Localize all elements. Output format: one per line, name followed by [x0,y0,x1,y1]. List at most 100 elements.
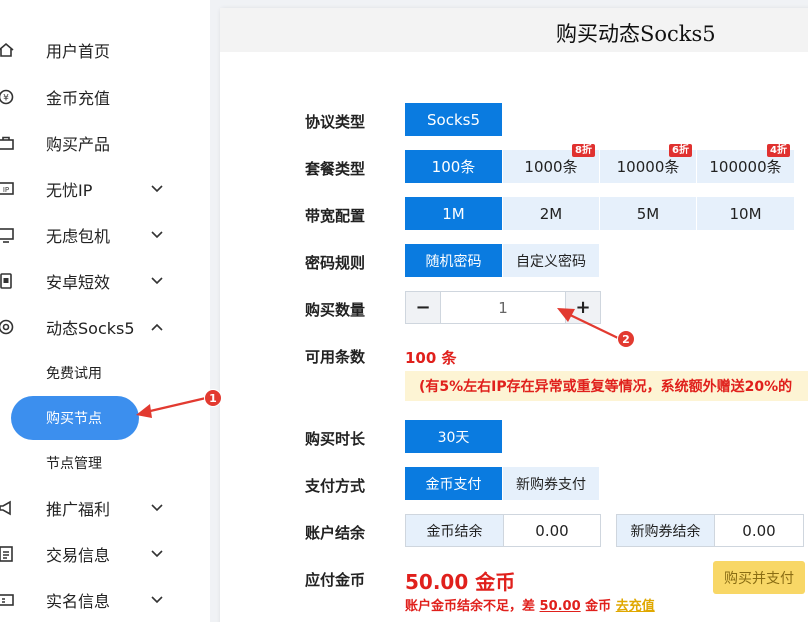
svg-text:¥: ¥ [3,94,9,104]
payment-method-selector: 金币支付 新购券支付 [405,467,600,500]
voucher-balance-label: 新购券结余 [617,515,715,546]
password-option-custom[interactable]: 自定义密码 [503,244,600,277]
sidebar-item-dynamic-socks5[interactable]: 动态Socks5 [0,307,210,347]
option-label: 30天 [437,429,470,446]
duration-option-30d[interactable]: 30天 [405,420,503,453]
ip-icon: IP [0,179,16,199]
password-rule-selector: 随机密码 自定义密码 [405,244,600,277]
coin-balance: 金币结余 0.00 [405,514,601,547]
amount-due-value: 50.00 金币 [405,570,516,594]
option-label: 新购券支付 [516,476,586,493]
id-card-icon [0,590,16,610]
sidebar-item-label: 实名信息 [46,592,111,611]
sidebar-item-label: 无忧IP [46,181,93,200]
sidebar-item-home[interactable]: 用户首页 [0,30,210,70]
chevron-down-icon [148,226,166,244]
button-label: 购买并支付 [724,570,794,587]
package-option-100000[interactable]: 100000条 4折 [697,144,795,183]
bandwidth-option-10m[interactable]: 10M [697,197,795,230]
coin-recharge-icon: ¥ [0,87,16,107]
sidebar-item-real-name[interactable]: 实名信息 [0,580,210,620]
sidebar-item-wulv-baoji[interactable]: 无虑包机 [0,215,210,255]
panel-header: 购买动态Socks5 [220,8,808,52]
sidebar-item-label: 交易信息 [46,546,111,565]
sidebar-item-android-short[interactable]: 安卓短效 [0,261,210,301]
package-label: 套餐类型 [305,160,366,178]
sidebar-item-promotion[interactable]: 推广福利 [0,488,210,528]
sidebar-item-label: 动态Socks5 [46,319,135,338]
option-label: 100000条 [709,158,782,176]
option-label: 10M [729,204,762,223]
option-label: 自定义密码 [516,253,586,270]
bandwidth-selector: 1M 2M 5M 10M [405,197,795,230]
insufficient-balance-warning: 账户金币结余不足，差 50.00 金币 去充值 [405,595,655,614]
balance-label: 账户结余 [305,524,366,542]
minus-icon: − [415,297,431,318]
quantity-increase-button[interactable]: + [566,292,600,323]
quantity-decrease-button[interactable]: − [406,292,440,323]
payment-option-voucher[interactable]: 新购券支付 [503,467,600,500]
sidebar-subitem-node-management[interactable]: 节点管理 [0,445,210,481]
bandwidth-option-1m[interactable]: 1M [405,197,503,230]
voucher-balance: 新购券结余 0.00 [616,514,804,547]
sidebar-item-buy-products[interactable]: 购买产品 [0,123,210,163]
bandwidth-label: 带宽配置 [305,207,366,225]
discount-badge: 4折 [767,144,790,157]
option-label: 100条 [431,158,476,176]
discount-badge: 6折 [669,144,692,157]
password-rule-label: 密码规则 [305,254,366,272]
sidebar-item-label: 购买产品 [46,135,111,154]
option-label: 1M [442,204,465,223]
sidebar-item-label: 安卓短效 [46,273,111,292]
sidebar-subitem-buy-node[interactable]: 购买节点 [11,396,139,440]
sidebar-item-transactions[interactable]: 交易信息 [0,534,210,574]
annotation-marker-2: 2 [617,330,635,348]
package-option-100[interactable]: 100条 [405,150,503,183]
protocol-option-socks5[interactable]: Socks5 [405,103,503,136]
quantity-input[interactable]: 1 [440,292,566,323]
monitor-icon [0,225,16,245]
option-label: 10000条 [616,158,680,176]
quantity-label: 购买数量 [305,301,366,319]
warning-prefix: 账户金币结余不足，差 [405,599,540,614]
chevron-down-icon [148,180,166,198]
discount-badge: 8折 [572,144,595,157]
quantity-value: 1 [498,298,508,317]
briefcase-icon [0,133,16,153]
chevron-down-icon [148,499,166,517]
option-label: 1000条 [524,158,578,176]
sidebar-item-label: 无虑包机 [46,227,111,246]
megaphone-icon [0,498,16,518]
recharge-link[interactable]: 去充值 [616,599,655,614]
plus-icon: + [575,297,591,318]
bandwidth-option-2m[interactable]: 2M [503,197,600,230]
sidebar-item-wuyou-ip[interactable]: IP 无忧IP [0,169,210,209]
marker-number: 1 [209,391,217,405]
sidebar-subitem-label: 购买节点 [46,411,102,427]
chevron-up-icon [148,318,166,336]
coin-balance-value: 0.00 [504,515,600,546]
available-count: 100 条 [405,349,457,367]
android-phone-icon [0,271,16,291]
protocol-label: 协议类型 [305,113,366,131]
svg-text:IP: IP [3,186,9,194]
chevron-down-icon [148,545,166,563]
payment-option-coin[interactable]: 金币支付 [405,467,503,500]
option-label: 2M [539,204,563,223]
bonus-notice-text: (有5%左右IP存在异常或重复等情况，系统额外赠送20%的 [419,379,793,395]
package-option-10000[interactable]: 10000条 6折 [600,144,697,183]
sidebar-subitem-label: 免费试用 [46,366,102,382]
password-option-random[interactable]: 随机密码 [405,244,503,277]
page-title: 购买动态Socks5 [556,22,716,46]
sidebar-subitem-label: 节点管理 [46,456,102,472]
coin-balance-label: 金币结余 [406,515,504,546]
sidebar-item-coin-recharge[interactable]: ¥ 金币充值 [0,77,210,117]
chevron-down-icon [148,272,166,290]
option-label: 金币支付 [425,476,482,493]
annotation-marker-1: 1 [204,389,222,407]
marker-number: 2 [622,332,630,346]
bandwidth-option-5m[interactable]: 5M [600,197,697,230]
sidebar-subitem-free-trial[interactable]: 免费试用 [0,355,210,391]
buy-and-pay-button[interactable]: 购买并支付 [713,561,805,594]
package-option-1000[interactable]: 1000条 8折 [503,144,600,183]
